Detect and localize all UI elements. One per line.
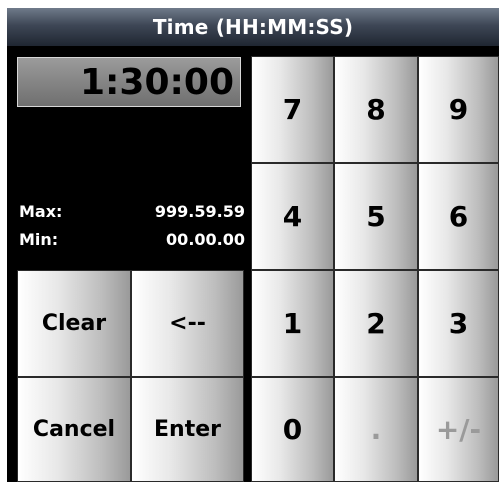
plus-minus-label: +/- — [435, 413, 482, 446]
cancel-button-label: Cancel — [32, 417, 116, 442]
dialog-title-text: Time (HH:MM:SS) — [152, 15, 354, 39]
key-2-button[interactable]: 2 — [334, 270, 418, 377]
plus-minus-button[interactable]: +/- — [418, 377, 499, 482]
range-panel: Max: 999.59.59 Min: 00.00.00 — [19, 198, 245, 254]
clear-button-label: Clear — [41, 311, 107, 336]
key-2-label: 2 — [366, 307, 386, 340]
key-4-label: 4 — [282, 200, 303, 233]
backspace-button[interactable]: <-- — [131, 270, 244, 377]
key-3-label: 3 — [448, 307, 469, 340]
time-display: 1:30:00 — [17, 57, 241, 107]
key-6-label: 6 — [448, 200, 469, 233]
key-4-button[interactable]: 4 — [251, 163, 334, 270]
key-5-button[interactable]: 5 — [334, 163, 418, 270]
decimal-point-button[interactable]: . — [334, 377, 418, 482]
key-5-label: 5 — [366, 200, 386, 233]
min-row: Min: 00.00.00 — [19, 226, 245, 254]
key-8-button[interactable]: 8 — [334, 56, 418, 163]
min-value: 00.00.00 — [166, 230, 245, 249]
enter-button-label: Enter — [154, 417, 221, 442]
decimal-point-label: . — [370, 413, 382, 446]
key-9-button[interactable]: 9 — [418, 56, 499, 163]
dialog-title: Time (HH:MM:SS) — [7, 8, 499, 47]
cancel-button[interactable]: Cancel — [17, 377, 131, 482]
key-0-button[interactable]: 0 — [251, 377, 334, 482]
backspace-button-label: <-- — [169, 311, 206, 336]
key-3-button[interactable]: 3 — [418, 270, 499, 377]
max-row: Max: 999.59.59 — [19, 198, 245, 226]
key-1-label: 1 — [282, 307, 303, 340]
key-0-label: 0 — [282, 413, 303, 446]
enter-button[interactable]: Enter — [131, 377, 244, 482]
max-value: 999.59.59 — [154, 202, 245, 221]
key-7-button[interactable]: 7 — [251, 56, 334, 163]
key-9-label: 9 — [448, 93, 469, 126]
key-7-label: 7 — [282, 93, 303, 126]
max-label: Max: — [19, 202, 63, 221]
time-entry-dialog: Time (HH:MM:SS) 1:30:00 Max: 999.59.59 M… — [7, 8, 499, 482]
key-6-button[interactable]: 6 — [418, 163, 499, 270]
key-1-button[interactable]: 1 — [251, 270, 334, 377]
clear-button[interactable]: Clear — [17, 270, 131, 377]
time-display-value: 1:30:00 — [79, 61, 234, 103]
min-label: Min: — [19, 230, 59, 249]
key-8-label: 8 — [366, 93, 386, 126]
